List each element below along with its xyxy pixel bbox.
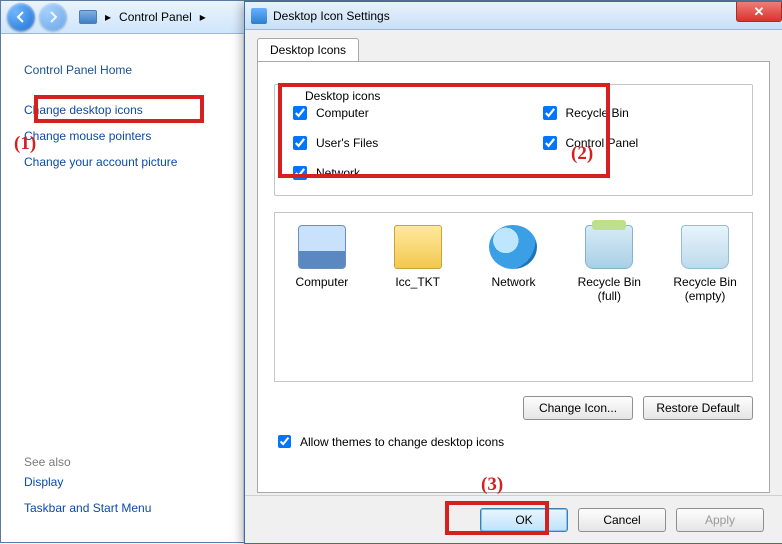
arrow-left-icon: [15, 11, 27, 23]
icon-preview-area[interactable]: Computer Icc_TKT Network Recycle Bin (fu…: [274, 212, 753, 382]
change-account-picture-link[interactable]: Change your account picture: [2, 149, 243, 175]
recycle-bin-empty-icon: [681, 225, 729, 269]
allow-themes-label: Allow themes to change desktop icons: [300, 435, 504, 449]
checkbox-grid: Computer Recycle Bin User's Files Contro…: [289, 103, 738, 183]
icon-item-user-folder[interactable]: Icc_TKT: [377, 225, 459, 289]
icon-buttons-row: Change Icon... Restore Default: [274, 396, 753, 420]
check-computer-label: Computer: [316, 106, 369, 120]
check-network[interactable]: Network: [289, 163, 489, 183]
icon-label: Recycle Bin (empty): [664, 275, 746, 303]
control-panel-home-link[interactable]: Control Panel Home: [2, 57, 243, 83]
control-panel-icon: [79, 10, 97, 24]
forward-button[interactable]: [39, 3, 67, 31]
close-icon: ✕: [754, 4, 765, 20]
chevron-right-icon: ▸: [200, 10, 206, 24]
breadcrumb-root: Control Panel: [119, 10, 192, 24]
check-control-panel-input[interactable]: [543, 136, 557, 150]
icon-item-network[interactable]: Network: [472, 225, 554, 289]
see-also-display[interactable]: Display: [2, 469, 243, 495]
ok-button[interactable]: OK: [480, 508, 568, 532]
icon-item-computer[interactable]: Computer: [281, 225, 363, 289]
check-recycle-bin[interactable]: Recycle Bin: [539, 103, 739, 123]
tab-desktop-icons[interactable]: Desktop Icons: [257, 38, 359, 61]
control-panel-window: ▸ Control Panel ▸ Control Panel Home Cha…: [0, 0, 782, 543]
tabstrip: Desktop Icons: [257, 38, 770, 62]
desktop-icons-group: Desktop icons Computer Recycle Bin User'…: [274, 84, 753, 196]
left-panel: Control Panel Home Change desktop icons …: [2, 35, 244, 541]
icon-item-recycle-full[interactable]: Recycle Bin (full): [568, 225, 650, 303]
see-also-taskbar[interactable]: Taskbar and Start Menu: [2, 495, 243, 521]
icon-label: Computer: [281, 275, 363, 289]
dialog-titlebar: Desktop Icon Settings: [245, 2, 782, 30]
check-recycle-bin-label: Recycle Bin: [566, 106, 629, 120]
network-icon: [489, 225, 537, 269]
check-computer-input[interactable]: [293, 106, 307, 120]
check-network-label: Network: [316, 166, 360, 180]
icon-label: Icc_TKT: [377, 275, 459, 289]
allow-themes-row[interactable]: Allow themes to change desktop icons: [274, 432, 753, 451]
back-button[interactable]: [7, 3, 35, 31]
icon-label: Network: [472, 275, 554, 289]
icon-item-recycle-empty[interactable]: Recycle Bin (empty): [664, 225, 746, 303]
check-users-files[interactable]: User's Files: [289, 133, 489, 153]
dialog-footer: OK Cancel Apply: [245, 495, 782, 543]
check-control-panel-label: Control Panel: [566, 136, 639, 150]
chevron-right-icon: ▸: [105, 10, 111, 24]
change-mouse-pointers-link[interactable]: Change mouse pointers: [2, 123, 243, 149]
cancel-button[interactable]: Cancel: [578, 508, 666, 532]
recycle-bin-full-icon: [585, 225, 633, 269]
check-recycle-bin-input[interactable]: [543, 106, 557, 120]
check-network-input[interactable]: [293, 166, 307, 180]
breadcrumb[interactable]: ▸ Control Panel ▸: [79, 10, 206, 24]
apply-button[interactable]: Apply: [676, 508, 764, 532]
dialog-title: Desktop Icon Settings: [273, 9, 390, 23]
dialog-body: Desktop Icons Desktop icons Computer Rec…: [257, 38, 770, 493]
tab-page: Desktop icons Computer Recycle Bin User'…: [257, 61, 770, 493]
group-label: Desktop icons: [301, 89, 384, 103]
icon-label: Recycle Bin (full): [568, 275, 650, 303]
dialog-icon: [251, 8, 267, 24]
check-computer[interactable]: Computer: [289, 103, 489, 123]
folder-icon: [394, 225, 442, 269]
desktop-icon-settings-dialog: Desktop Icon Settings ✕ Desktop Icons De…: [244, 1, 782, 544]
restore-default-button[interactable]: Restore Default: [643, 396, 753, 420]
check-users-files-input[interactable]: [293, 136, 307, 150]
computer-icon: [298, 225, 346, 269]
check-control-panel[interactable]: Control Panel: [539, 133, 739, 153]
arrow-right-icon: [47, 11, 59, 23]
allow-themes-checkbox[interactable]: [278, 435, 291, 448]
change-desktop-icons-link[interactable]: Change desktop icons: [2, 97, 243, 123]
check-users-files-label: User's Files: [316, 136, 378, 150]
change-icon-button[interactable]: Change Icon...: [523, 396, 633, 420]
close-button[interactable]: ✕: [736, 2, 782, 22]
see-also-heading: See also: [2, 455, 243, 469]
